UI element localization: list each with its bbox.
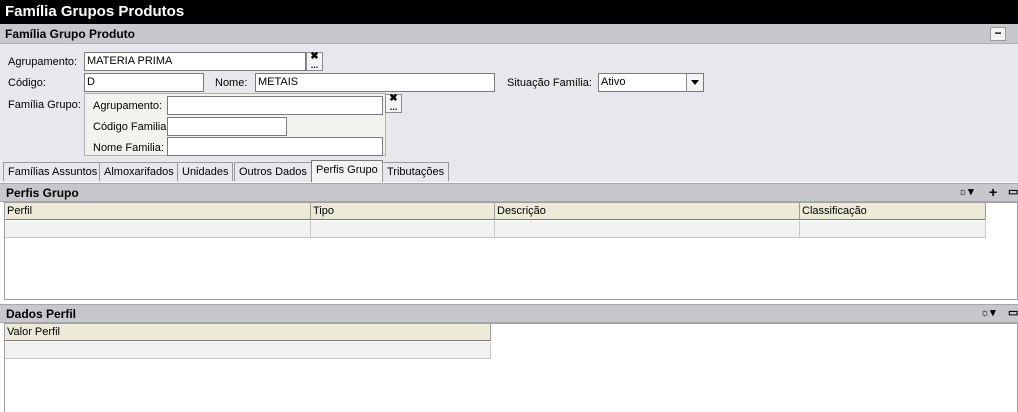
dados-perfil-grid: Valor Perfil bbox=[4, 323, 1018, 412]
tab-perfis-grupo[interactable]: Perfis Grupo bbox=[311, 160, 383, 182]
export-icon[interactable]: ▭ bbox=[1008, 185, 1018, 198]
fg-agrupamento-lookup-button[interactable]: ✖ ... bbox=[385, 93, 402, 113]
col-perfil[interactable]: Perfil bbox=[5, 203, 311, 220]
export-icon[interactable]: ▭ bbox=[1008, 306, 1018, 319]
table-row[interactable] bbox=[311, 221, 495, 238]
perfis-grupo-title: Perfis Grupo bbox=[6, 186, 79, 200]
col-classificacao[interactable]: Classificação bbox=[800, 203, 986, 220]
ellipsis-icon[interactable]: ... bbox=[386, 102, 401, 112]
table-row[interactable] bbox=[495, 221, 800, 238]
fg-nome-familia-label: Nome Familia: bbox=[93, 142, 164, 154]
agrupamento-label: Agrupamento: bbox=[8, 56, 78, 68]
view-options-icon[interactable]: ☼▾ bbox=[958, 185, 974, 198]
dados-perfil-title: Dados Perfil bbox=[6, 307, 77, 321]
table-row[interactable] bbox=[800, 221, 986, 238]
nome-label: Nome: bbox=[215, 77, 248, 89]
tab-familias-assuntos[interactable]: Famílias Assuntos bbox=[3, 162, 103, 181]
situacao-value: Ativo bbox=[601, 76, 626, 88]
tab-unidades[interactable]: Unidades bbox=[177, 162, 234, 181]
codigo-input[interactable]: D bbox=[84, 73, 204, 92]
situacao-label: Situação Família: bbox=[507, 77, 592, 89]
form-section-header: Família Grupo Produto bbox=[0, 24, 1018, 44]
chevron-down-icon[interactable] bbox=[686, 74, 703, 91]
codigo-label: Código: bbox=[8, 77, 46, 89]
view-options-icon[interactable]: ☼▾ bbox=[980, 306, 996, 319]
familia-grupo-label: Família Grupo: bbox=[8, 99, 81, 111]
tab-outros-dados[interactable]: Outros Dados bbox=[234, 162, 312, 181]
col-tipo[interactable]: Tipo bbox=[311, 203, 495, 220]
agrupamento-lookup-button[interactable]: ✖ ... bbox=[306, 51, 323, 71]
ellipsis-icon[interactable]: ... bbox=[307, 60, 322, 70]
situacao-select[interactable]: Ativo bbox=[598, 73, 704, 92]
form-section-title: Família Grupo Produto bbox=[5, 27, 136, 41]
tab-almoxarifados[interactable]: Almoxarifados bbox=[99, 162, 179, 181]
table-row[interactable] bbox=[5, 342, 491, 359]
perfis-grupo-grid: Perfil Tipo Descrição Classificação bbox=[4, 202, 1018, 300]
fg-nome-familia-input[interactable] bbox=[167, 137, 383, 156]
collapse-button[interactable]: − bbox=[990, 27, 1006, 41]
col-descricao[interactable]: Descrição bbox=[495, 203, 800, 220]
agrupamento-input[interactable]: MATERIA PRIMA bbox=[84, 52, 306, 71]
fg-agrupamento-input[interactable] bbox=[167, 96, 383, 115]
perfis-grupo-header: Perfis Grupo bbox=[0, 183, 1018, 202]
fg-agrupamento-label: Agrupamento: bbox=[93, 100, 163, 112]
add-icon[interactable]: + bbox=[989, 184, 997, 200]
fg-codigo-familia-label: Código Familia: bbox=[93, 121, 170, 133]
col-valor-perfil[interactable]: Valor Perfil bbox=[5, 324, 491, 341]
dados-perfil-header: Dados Perfil bbox=[0, 304, 1018, 323]
nome-input[interactable]: METAIS bbox=[255, 73, 495, 92]
table-row[interactable] bbox=[5, 221, 311, 238]
window-title: Família Grupos Produtos bbox=[0, 0, 1018, 24]
fg-codigo-familia-input[interactable] bbox=[167, 117, 287, 136]
tab-tributacoes[interactable]: Tributações bbox=[382, 162, 450, 181]
